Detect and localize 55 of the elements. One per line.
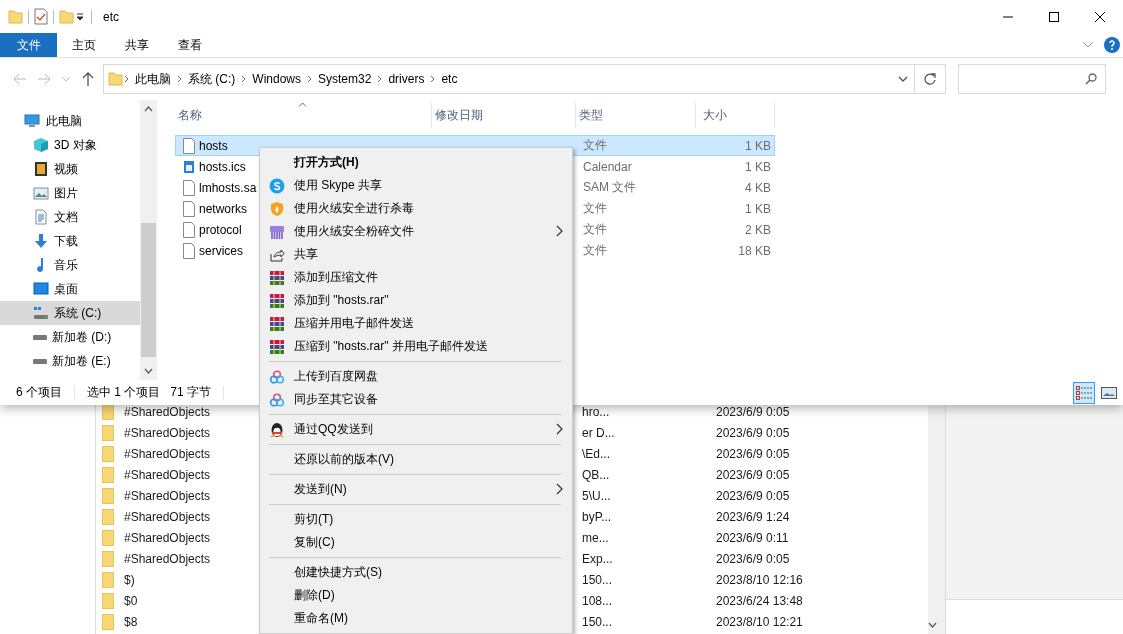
table-cell: QB... bbox=[582, 467, 610, 482]
file-type: 文件 bbox=[582, 200, 608, 217]
file-size: 1 KB bbox=[744, 159, 772, 174]
selection-size: 71 字节 bbox=[170, 384, 212, 401]
file-name: lmhosts.sa bbox=[199, 180, 257, 195]
table-cell: Exp... bbox=[582, 551, 613, 566]
file-name: protocol bbox=[199, 222, 242, 237]
folder-name: #SharedObjects bbox=[124, 425, 211, 440]
file-type: Calendar bbox=[582, 159, 633, 174]
file-type: SAM 文件 bbox=[582, 179, 638, 196]
folder-name: #SharedObjects bbox=[124, 467, 211, 482]
selection-count: 选中 1 个项目 bbox=[87, 384, 161, 401]
file-name: hosts bbox=[199, 138, 228, 153]
modified-date: 2023/6/24 13:48 bbox=[716, 593, 803, 608]
window-title: etc bbox=[103, 9, 119, 24]
table-cell: 150... bbox=[582, 572, 613, 587]
folder-name: #SharedObjects bbox=[124, 509, 211, 524]
file-name: services bbox=[199, 243, 243, 258]
modified-date: 2023/6/9 0:05 bbox=[716, 404, 790, 419]
folder-name: #SharedObjects bbox=[124, 488, 211, 503]
file-size: 1 KB bbox=[744, 138, 772, 153]
modified-date: 2023/6/9 0:05 bbox=[716, 446, 790, 461]
folder-name: #SharedObjects bbox=[124, 551, 211, 566]
modified-date: 2023/6/9 0:05 bbox=[716, 425, 790, 440]
folder-name: #SharedObjects bbox=[124, 446, 211, 461]
modified-date: 2023/6/9 0:05 bbox=[716, 551, 790, 566]
modified-date: 2023/6/9 0:11 bbox=[716, 530, 789, 545]
table-cell: byP... bbox=[582, 509, 612, 524]
folder-name: #SharedObjects bbox=[124, 530, 211, 545]
table-cell: me... bbox=[582, 530, 609, 545]
file-name: networks bbox=[199, 201, 248, 216]
file-type: 文件 bbox=[582, 242, 608, 259]
modified-date: 2023/6/9 0:05 bbox=[716, 467, 790, 482]
table-cell: er D... bbox=[582, 425, 615, 440]
table-cell: 108... bbox=[582, 593, 613, 608]
item-count: 6 个项目 bbox=[16, 384, 62, 401]
file-name: hosts.ics bbox=[199, 159, 246, 174]
table-cell: \Ed... bbox=[582, 446, 610, 461]
file-size: 1 KB bbox=[744, 201, 772, 216]
file-type: 文件 bbox=[582, 137, 608, 154]
folder-name: $8 bbox=[124, 614, 138, 629]
file-type: 文件 bbox=[582, 221, 608, 238]
table-cell: 5\U... bbox=[582, 488, 611, 503]
modified-date: 2023/6/9 1:24 bbox=[716, 509, 790, 524]
folder-name: $0 bbox=[124, 593, 138, 608]
modified-date: 2023/8/10 12:16 bbox=[716, 572, 803, 587]
folder-name: $) bbox=[124, 572, 135, 587]
file-size: 4 KB bbox=[744, 180, 772, 195]
file-size: 2 KB bbox=[744, 222, 772, 237]
table-cell: hro... bbox=[582, 404, 610, 419]
folder-name: #SharedObjects bbox=[124, 404, 211, 419]
modified-date: 2023/6/9 0:05 bbox=[716, 488, 790, 503]
modified-date: 2023/8/10 12:21 bbox=[716, 614, 803, 629]
table-cell: 150... bbox=[582, 614, 613, 629]
file-size: 18 KB bbox=[737, 243, 772, 258]
